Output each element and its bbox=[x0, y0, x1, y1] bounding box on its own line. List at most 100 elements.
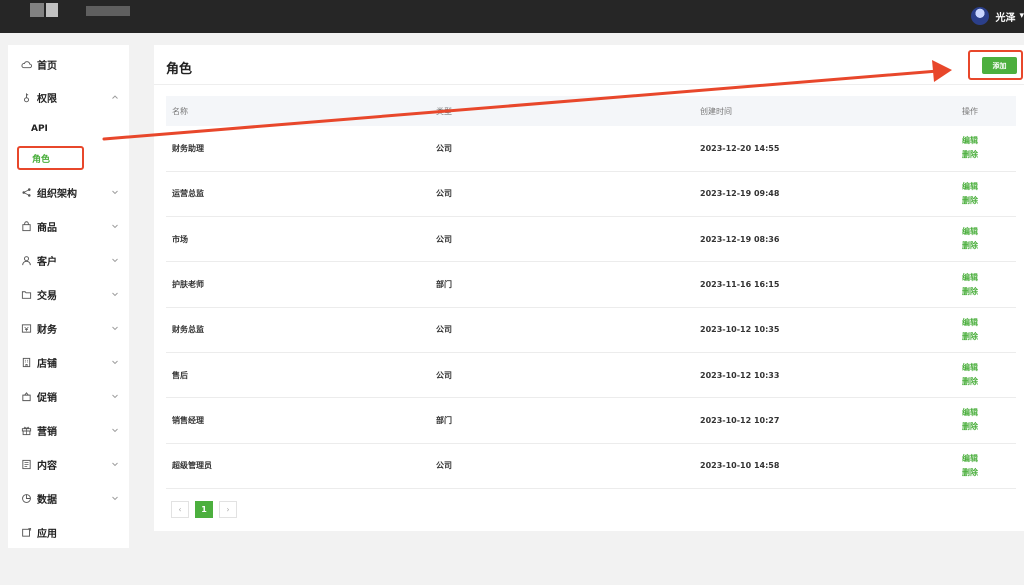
edit-link[interactable]: 编辑 bbox=[962, 406, 1016, 420]
edit-link[interactable]: 编辑 bbox=[962, 452, 1016, 466]
bag-icon bbox=[21, 220, 32, 232]
building-icon bbox=[21, 357, 32, 368]
cell-created: 2023-10-12 10:27 bbox=[700, 415, 780, 425]
cell-type: 公司 bbox=[436, 143, 452, 153]
sidebar-item-marketing[interactable]: 营销 bbox=[8, 419, 129, 441]
logo-blurred bbox=[30, 3, 44, 17]
cell-actions: 编辑 删除 bbox=[956, 398, 1016, 443]
tag-icon bbox=[21, 391, 32, 402]
sidebar-item-label: 促销 bbox=[37, 392, 57, 404]
sidebar-item-permissions[interactable]: 权限 bbox=[8, 86, 129, 108]
delete-link[interactable]: 删除 bbox=[962, 194, 1016, 208]
sidebar-item-products[interactable]: 商品 bbox=[8, 215, 129, 237]
add-role-button[interactable]: 添加 bbox=[982, 57, 1017, 74]
roles-table: 名称 类型 创建时间 操作 财务助理 公司 2023-12-20 14:55 编… bbox=[166, 96, 1016, 489]
logo-blurred bbox=[86, 6, 130, 16]
key-icon bbox=[21, 92, 32, 103]
gift-icon bbox=[21, 425, 32, 436]
edit-link[interactable]: 编辑 bbox=[962, 316, 1016, 330]
cell-name: 护肤老师 bbox=[172, 280, 204, 290]
avatar[interactable] bbox=[971, 7, 990, 25]
sidebar-item-label: 应用 bbox=[37, 528, 57, 540]
cell-created: 2023-11-16 16:15 bbox=[700, 280, 780, 290]
chevron-down-icon: ▾ bbox=[1019, 11, 1024, 21]
cloud-icon bbox=[21, 59, 32, 70]
document-icon bbox=[21, 459, 32, 470]
sidebar-item-transactions[interactable]: 交易 bbox=[8, 283, 129, 305]
edit-link[interactable]: 编辑 bbox=[962, 271, 1016, 285]
chevron-down-icon bbox=[112, 224, 118, 229]
share-icon bbox=[21, 187, 32, 198]
page-title: 角色 bbox=[166, 62, 193, 77]
cell-type: 部门 bbox=[436, 415, 452, 425]
delete-link[interactable]: 删除 bbox=[962, 148, 1016, 162]
next-page-button[interactable]: › bbox=[219, 501, 237, 518]
delete-link[interactable]: 删除 bbox=[962, 330, 1016, 344]
sidebar-item-finance[interactable]: 财务 bbox=[8, 317, 129, 339]
user-icon bbox=[21, 255, 32, 266]
chevron-down-icon bbox=[112, 360, 118, 365]
delete-link[interactable]: 删除 bbox=[962, 466, 1016, 480]
sidebar-item-label: 数据 bbox=[37, 494, 57, 506]
sidebar-item-label: 商品 bbox=[37, 222, 57, 234]
cell-type: 公司 bbox=[436, 189, 452, 199]
pagination: ‹ 1 › bbox=[171, 501, 237, 518]
sidebar-subitem-api[interactable]: API bbox=[31, 119, 48, 139]
cell-name: 运营总监 bbox=[172, 189, 204, 199]
sidebar-item-apps[interactable]: 应用 bbox=[8, 521, 129, 543]
cell-type: 公司 bbox=[436, 461, 452, 471]
page-1-button[interactable]: 1 bbox=[195, 501, 213, 518]
sidebar-item-label: 店铺 bbox=[37, 358, 57, 370]
sidebar-item-promotions[interactable]: 促销 bbox=[8, 385, 129, 407]
table-row: 市场 公司 2023-12-19 08:36 编辑 删除 bbox=[166, 217, 1016, 262]
edit-link[interactable]: 编辑 bbox=[962, 180, 1016, 194]
chevron-down-icon bbox=[112, 258, 118, 263]
table-row: 财务总监 公司 2023-10-12 10:35 编辑 删除 bbox=[166, 307, 1016, 353]
logo-blurred bbox=[46, 3, 58, 17]
column-header-created: 创建时间 bbox=[700, 106, 732, 116]
chevron-down-icon bbox=[112, 292, 118, 297]
cell-actions: 编辑 删除 bbox=[956, 307, 1016, 352]
cell-actions: 编辑 删除 bbox=[956, 217, 1016, 262]
delete-link[interactable]: 删除 bbox=[962, 375, 1016, 389]
cell-actions: 编辑 删除 bbox=[956, 171, 1016, 216]
chart-icon bbox=[21, 493, 32, 504]
sidebar-item-stores[interactable]: 店铺 bbox=[8, 351, 129, 373]
top-bar: 光泽 ▾ bbox=[0, 0, 1024, 33]
sidebar-item-content[interactable]: 内容 bbox=[8, 453, 129, 475]
chevron-down-icon bbox=[112, 394, 118, 399]
sidebar: 首页 权限 API 角色 组织架构 商品 客户 交易 财务 店铺 促销 营销 内… bbox=[8, 45, 129, 548]
cell-actions: 编辑 删除 bbox=[956, 126, 1016, 171]
sidebar-item-label: 营销 bbox=[37, 426, 57, 438]
cell-name: 超级管理员 bbox=[172, 461, 212, 471]
sidebar-item-customers[interactable]: 客户 bbox=[8, 249, 129, 271]
sidebar-item-home[interactable]: 首页 bbox=[8, 53, 129, 75]
edit-link[interactable]: 编辑 bbox=[962, 225, 1016, 239]
edit-link[interactable]: 编辑 bbox=[962, 361, 1016, 375]
cell-created: 2023-12-20 14:55 bbox=[700, 143, 780, 153]
app-icon bbox=[21, 527, 32, 538]
delete-link[interactable]: 删除 bbox=[962, 420, 1016, 434]
table-row: 护肤老师 部门 2023-11-16 16:15 编辑 删除 bbox=[166, 262, 1016, 308]
sidebar-item-data[interactable]: 数据 bbox=[8, 487, 129, 509]
table-row: 运营总监 公司 2023-12-19 09:48 编辑 删除 bbox=[166, 171, 1016, 217]
table-row: 售后 公司 2023-10-12 10:33 编辑 删除 bbox=[166, 352, 1016, 398]
edit-link[interactable]: 编辑 bbox=[962, 134, 1016, 148]
prev-page-button[interactable]: ‹ bbox=[171, 501, 189, 518]
user-menu[interactable]: 光泽 ▾ bbox=[971, 5, 1024, 27]
delete-link[interactable]: 删除 bbox=[962, 239, 1016, 253]
sidebar-item-label: 客户 bbox=[37, 256, 57, 268]
sidebar-item-label: 内容 bbox=[37, 460, 57, 472]
cell-type: 部门 bbox=[436, 280, 452, 290]
cell-type: 公司 bbox=[436, 234, 452, 244]
cell-type: 公司 bbox=[436, 370, 452, 380]
cell-name: 市场 bbox=[172, 234, 188, 244]
cell-actions: 编辑 删除 bbox=[956, 443, 1016, 488]
chevron-down-icon bbox=[112, 462, 118, 467]
chevron-down-icon bbox=[112, 428, 118, 433]
sidebar-item-organization[interactable]: 组织架构 bbox=[8, 181, 129, 203]
column-header-type: 类型 bbox=[436, 106, 452, 116]
delete-link[interactable]: 删除 bbox=[962, 285, 1016, 299]
cell-created: 2023-12-19 08:36 bbox=[700, 234, 780, 244]
sidebar-subitem-roles[interactable]: 角色 bbox=[17, 146, 84, 170]
